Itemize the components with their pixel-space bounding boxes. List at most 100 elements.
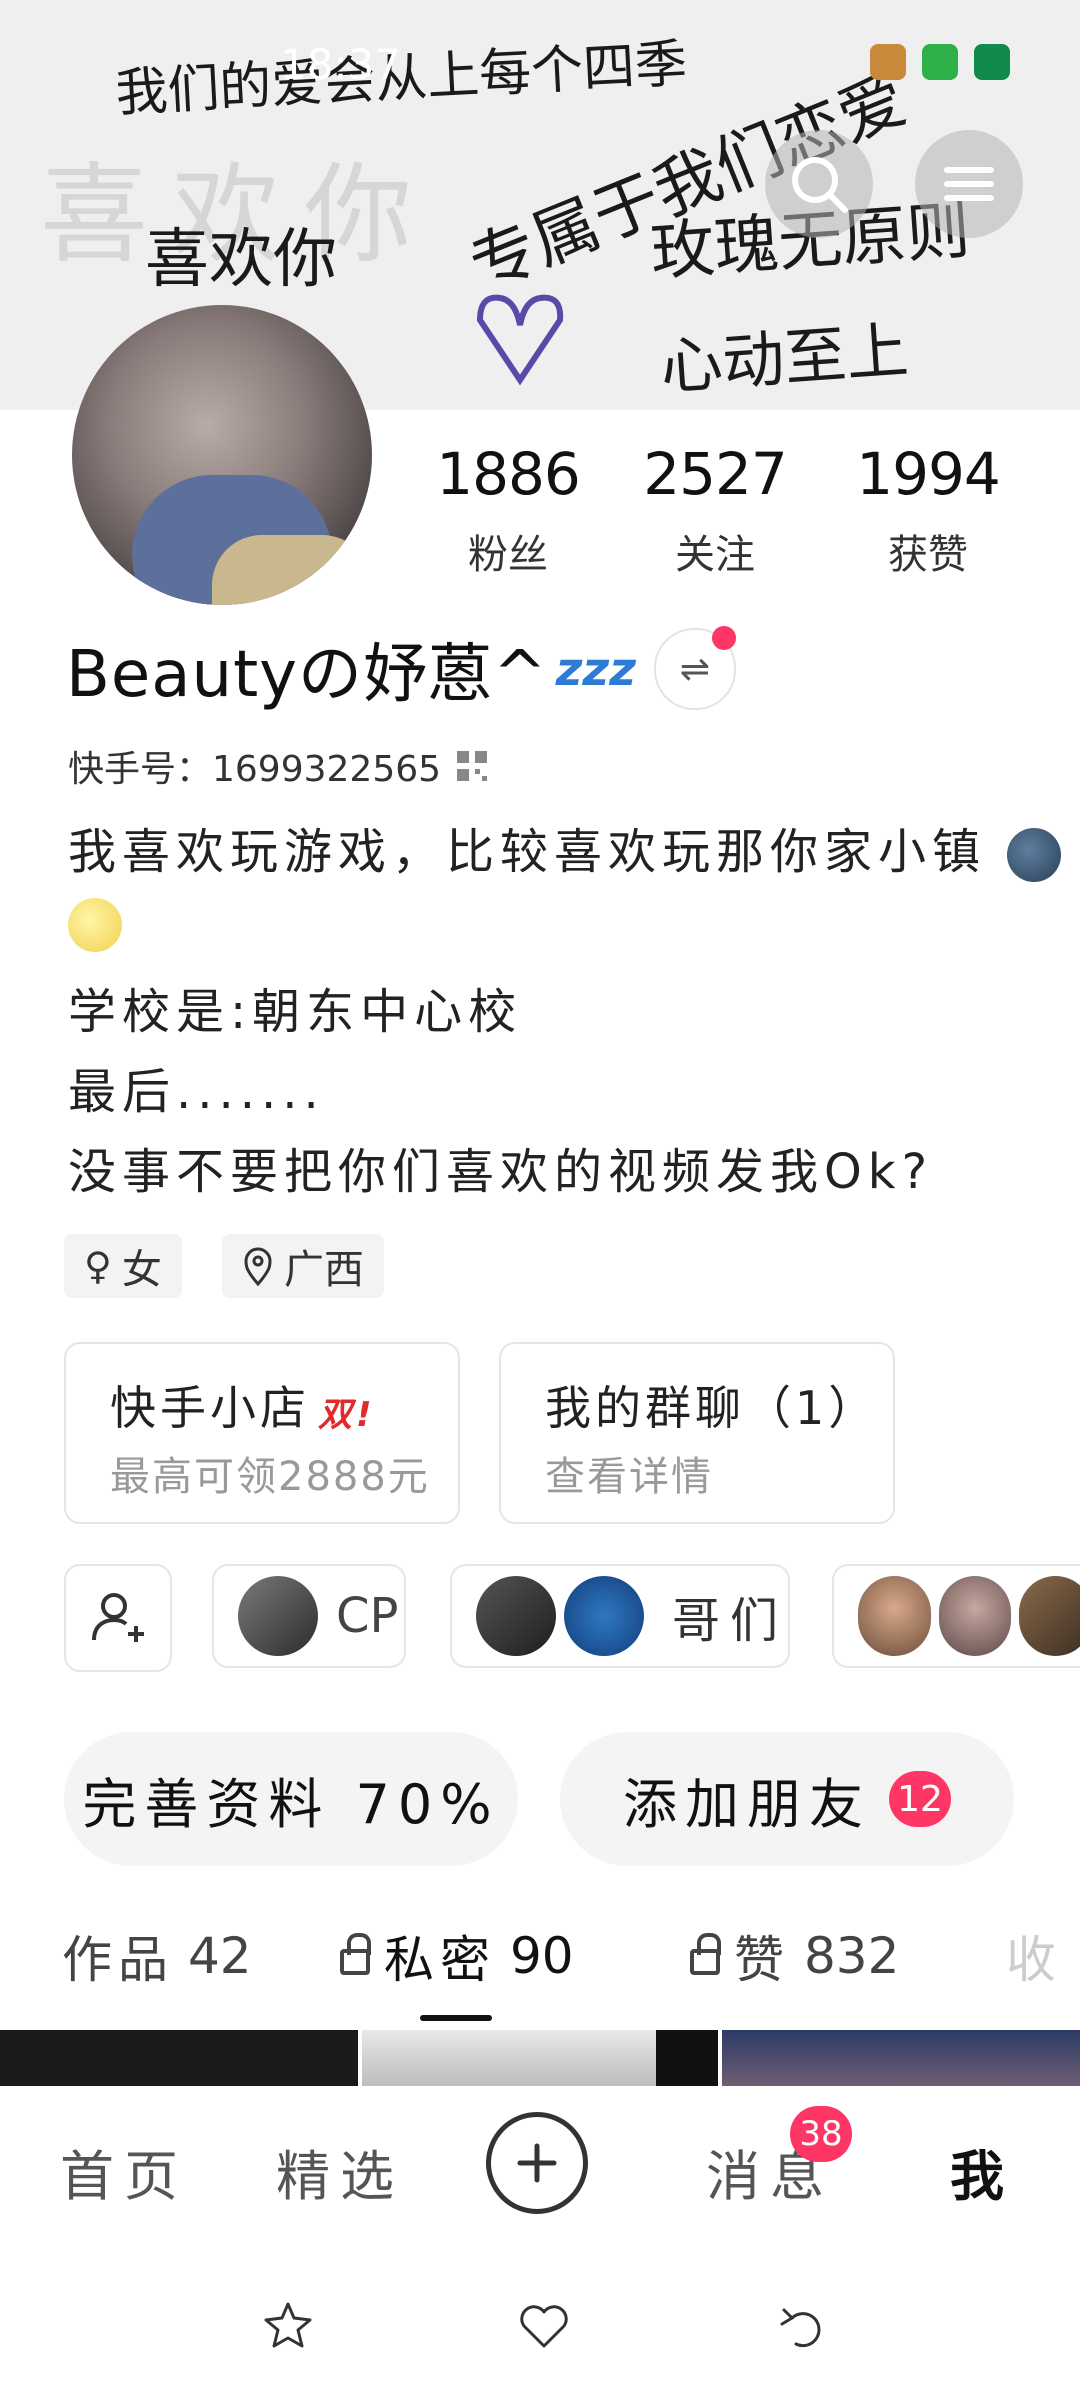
complete-profile-button[interactable]: 完善资料 70%: [64, 1732, 518, 1866]
sleep-emoji: zzz: [555, 642, 636, 696]
tab-likes[interactable]: 赞 832: [690, 1920, 899, 1992]
lock-icon: [340, 1933, 371, 1975]
tab-private-label: 私密: [384, 1931, 496, 1989]
stat-followers-label: 粉丝: [468, 532, 548, 578]
group-chat-title: 我的群聊（1）: [545, 1381, 879, 1435]
avatar-pillow-shape: [212, 535, 372, 605]
full-moon-emoji-icon: [68, 898, 122, 952]
qr-code-icon[interactable]: [455, 749, 489, 783]
bio-line-4: 没事不要把你们喜欢的视频发我Ok?: [68, 1144, 934, 1200]
star-nav-icon[interactable]: [258, 2296, 318, 2356]
menu-icon: [944, 167, 994, 201]
tab-favorites-label: 收: [1006, 1931, 1062, 1989]
system-navigation-bar: [0, 2256, 1080, 2400]
shopping-app-icon: [922, 44, 958, 80]
status-icons: [870, 44, 1010, 80]
heart-doodle-icon: [476, 294, 564, 386]
tab-favorites[interactable]: 收: [1006, 1920, 1062, 1992]
oppo-app-icon: [974, 44, 1010, 80]
menu-button[interactable]: [915, 130, 1023, 238]
back-nav-icon[interactable]: [772, 2296, 832, 2356]
plus-icon: [517, 2143, 557, 2183]
nav-me[interactable]: 我: [950, 2132, 1014, 2211]
active-tab-indicator: [420, 2015, 492, 2021]
banner-text-5: 心动至上: [658, 313, 911, 404]
group-chat-card[interactable]: 我的群聊（1） 查看详情: [499, 1342, 895, 1524]
tab-works[interactable]: 作品 42: [62, 1920, 252, 1992]
tab-likes-count: 832: [804, 1927, 900, 1985]
cp-label: CP: [336, 1588, 399, 1644]
heart-nav-icon[interactable]: [514, 2296, 574, 2356]
status-time: 18:37: [280, 40, 402, 89]
game-app-icon: [870, 44, 906, 80]
add-friends-label: 添加朋友: [623, 1772, 871, 1836]
messages-badge: 38: [790, 2106, 852, 2162]
friend-avatar-3: [1019, 1576, 1080, 1656]
stat-following-value: 2527: [643, 440, 788, 508]
tab-works-count: 42: [188, 1927, 252, 1985]
complete-profile-label: 完善资料 70%: [82, 1772, 500, 1836]
more-friends-chip[interactable]: [832, 1564, 1080, 1668]
bio-line-2: 学校是:朝东中心校: [68, 984, 523, 1040]
shop-card-subtitle: 最高可领2888元: [110, 1454, 430, 1500]
lock-icon: [690, 1933, 721, 1975]
grid-thumbnail[interactable]: [722, 2030, 1080, 2086]
friend-avatar-2: [938, 1576, 1012, 1656]
grid-thumbnail[interactable]: [362, 2030, 656, 2086]
bio-line-1: 我喜欢玩游戏，比较喜欢玩那你家小镇: [68, 812, 1062, 882]
location-label: 广西: [284, 1247, 364, 1293]
stat-likes-label: 获赞: [888, 532, 968, 578]
kuaishou-id: 快手号：1699322565: [68, 749, 442, 790]
switch-arrows-icon: ⇌: [679, 648, 711, 690]
add-person-icon: [92, 1593, 144, 1642]
search-icon: [792, 157, 848, 213]
buddies-label: 哥们: [672, 1593, 789, 1649]
location-tag: 广西: [222, 1234, 384, 1298]
grid-thumbnail[interactable]: [656, 2030, 718, 2086]
content-grid: [0, 2030, 1080, 2086]
buddies-chip[interactable]: 哥们: [450, 1564, 790, 1668]
tab-works-label: 作品: [62, 1931, 174, 1989]
stat-followers-value: 1886: [436, 440, 581, 508]
female-icon: ♀: [84, 1244, 112, 1288]
stat-following-label: 关注: [675, 532, 755, 578]
tab-private[interactable]: 私密 90: [340, 1920, 574, 1992]
banner-text-2: 喜欢你: [145, 223, 337, 297]
grid-thumbnail[interactable]: [0, 2030, 358, 2086]
bottom-navigation: 首页 精选 消息 38 我: [0, 2086, 1080, 2256]
stat-following[interactable]: 2527 关注: [615, 440, 815, 580]
nav-home[interactable]: 首页: [60, 2132, 188, 2211]
kuaishou-shop-card[interactable]: 快手小店 双! 最高可领2888元: [64, 1342, 460, 1524]
create-button[interactable]: [486, 2112, 588, 2214]
new-moon-emoji-icon: [1007, 828, 1062, 882]
nav-featured[interactable]: 精选: [276, 2132, 404, 2211]
gender-label: 女: [121, 1247, 162, 1293]
kuaishou-id-row[interactable]: 快手号：1699322565: [68, 740, 489, 792]
gender-tag: ♀ 女: [64, 1234, 182, 1298]
location-pin-icon: [244, 1247, 272, 1286]
bio-line-3: 最后.......: [68, 1064, 325, 1120]
cp-avatar: [238, 1576, 318, 1656]
tab-private-count: 90: [510, 1927, 574, 1985]
avatar[interactable]: [72, 305, 372, 605]
shop-card-title-row: 快手小店 双!: [110, 1372, 376, 1438]
add-friends-count-badge: 12: [889, 1771, 951, 1827]
switch-account-button[interactable]: ⇌: [653, 626, 736, 710]
bio-line-1-text: 我喜欢玩游戏，比较喜欢玩那你家小镇: [68, 824, 987, 880]
buddy-avatar-2: [564, 1576, 644, 1656]
notification-dot: [711, 626, 736, 650]
tab-likes-label: 赞: [734, 1931, 790, 1989]
stat-likes-value: 1994: [856, 440, 1001, 508]
add-friends-button[interactable]: 添加朋友 12: [560, 1732, 1014, 1866]
stat-likes[interactable]: 1994 获赞: [828, 440, 1028, 580]
name-row: Beautyの妤蒽^ zzz ⇌: [66, 624, 736, 714]
group-chat-subtitle: 查看详情: [545, 1454, 713, 1500]
cp-chip[interactable]: CP: [212, 1564, 406, 1668]
status-bar: 18:37: [0, 40, 1080, 90]
friend-avatar-1: [858, 1576, 931, 1656]
search-button[interactable]: [765, 130, 873, 238]
stat-followers[interactable]: 1886 粉丝: [408, 440, 608, 580]
add-friend-chip[interactable]: [64, 1564, 172, 1672]
double-eleven-badge: 双!: [318, 1395, 376, 1435]
profile-name: Beautyの妤蒽^: [66, 638, 548, 712]
